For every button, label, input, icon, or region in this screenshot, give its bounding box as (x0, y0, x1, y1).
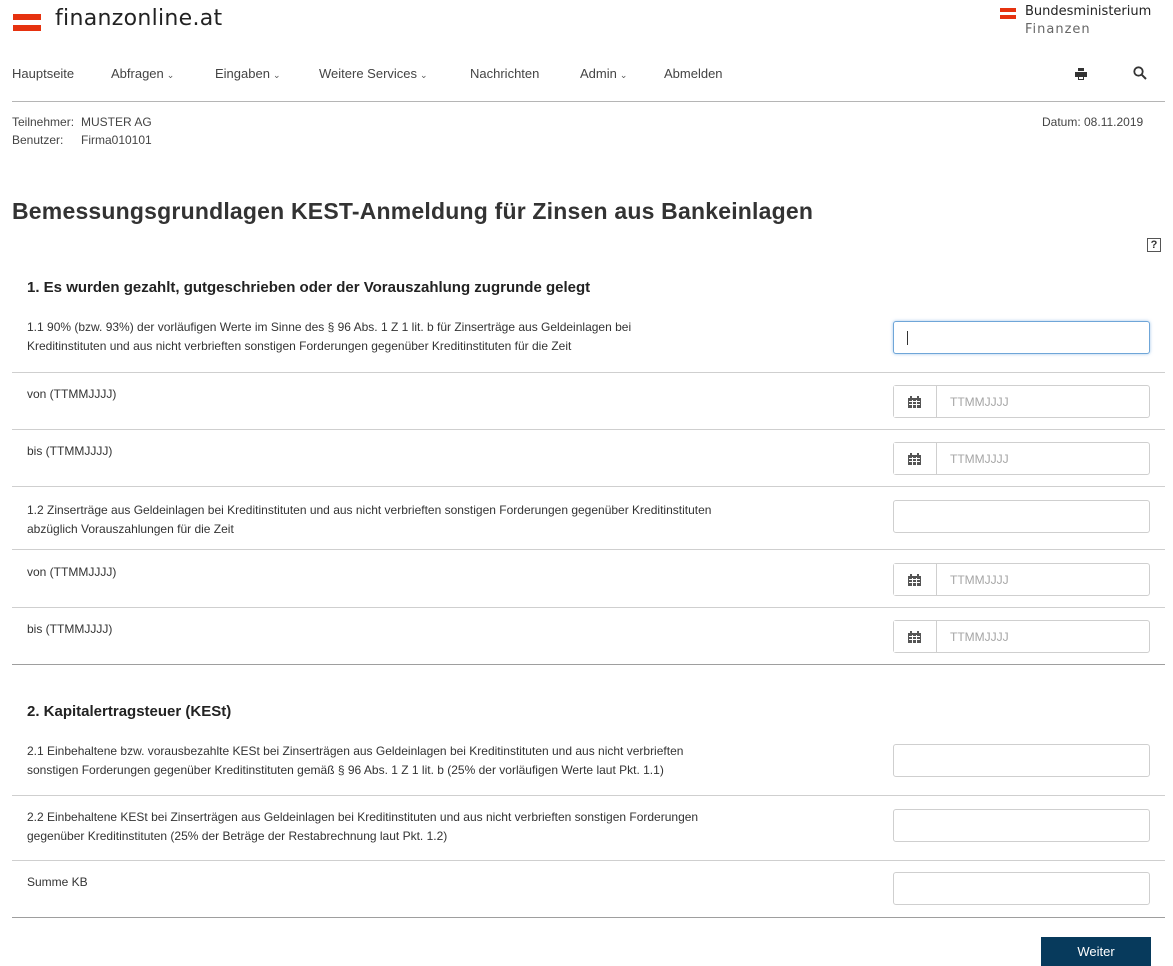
date-placeholder: TTMMJJJJ (950, 452, 1009, 466)
row-divider (12, 860, 1165, 861)
calendar-button[interactable] (894, 621, 937, 652)
row-divider (12, 549, 1165, 550)
nav-label: Weitere Services (319, 66, 418, 81)
nav-abfragen[interactable]: Abfragen ⌄ (111, 66, 174, 81)
calendar-icon (908, 396, 921, 408)
nav-eingaben[interactable]: Eingaben ⌄ (215, 66, 281, 81)
brand-name[interactable]: finanzonline.at (55, 6, 222, 31)
row-2-1-input[interactable] (893, 744, 1150, 777)
section-2-title: 2. Kapitalertragsteuer (KESt) (27, 703, 232, 720)
ministry-name-line1: Bundesministerium (1025, 4, 1152, 19)
row-divider (12, 486, 1165, 487)
text-cursor (907, 331, 908, 345)
chevron-down-icon: ⌄ (420, 70, 428, 80)
row-1-2-von-label: von (TTMMJJJJ) (27, 565, 117, 579)
calendar-button[interactable] (894, 443, 937, 474)
row-2-2-label: 2.2 Einbehaltene KESt bei Zinserträgen a… (27, 808, 877, 846)
date-placeholder: TTMMJJJJ (950, 630, 1009, 644)
summe-kb-input[interactable] (893, 872, 1150, 905)
finanzonline-logo-icon[interactable] (13, 14, 41, 34)
participant-value: MUSTER AG (81, 115, 152, 129)
row-1-1-input[interactable] (893, 321, 1150, 354)
row-divider (12, 429, 1165, 430)
nav-divider (12, 101, 1165, 102)
row-1-1-label-line2: Kreditinstituten und aus nicht verbrieft… (27, 339, 572, 353)
nav-label: Admin (580, 66, 617, 81)
calendar-button[interactable] (894, 564, 937, 595)
row-1-1-label: 1.1 90% (bzw. 93%) der vorläufigen Werte… (27, 318, 877, 356)
nav-nachrichten[interactable]: Nachrichten (470, 66, 539, 81)
nav-admin[interactable]: Admin ⌄ (580, 66, 627, 81)
page-title: Bemessungsgrundlagen KEST-Anmeldung für … (12, 198, 814, 224)
weiter-button[interactable]: Weiter (1041, 937, 1151, 966)
nav-label: Abfragen (111, 66, 164, 81)
row-1-2-label: 1.2 Zinserträge aus Geldeinlagen bei Kre… (27, 501, 877, 539)
date-placeholder: TTMMJJJJ (950, 395, 1009, 409)
chevron-down-icon: ⌄ (166, 70, 175, 80)
nav-weitere-services[interactable]: Weitere Services ⌄ (319, 66, 428, 81)
row-2-1-label-line2: sonstigen Forderungen gegenüber Kreditin… (27, 763, 664, 777)
row-1-2-von-date-field[interactable]: TTMMJJJJ (893, 563, 1150, 596)
row-1-2-bis-date-field[interactable]: TTMMJJJJ (893, 620, 1150, 653)
row-1-2-input[interactable] (893, 500, 1150, 533)
row-divider (12, 607, 1165, 608)
calendar-icon (908, 631, 921, 643)
row-1-2-bis-label: bis (TTMMJJJJ) (27, 622, 113, 636)
nav-label: Eingaben (215, 66, 270, 81)
row-1-2-label-line2: abzüglich Vorauszahlungen für die Zeit (27, 522, 234, 536)
section-divider (12, 917, 1165, 918)
chevron-down-icon: ⌄ (272, 70, 281, 80)
chevron-down-icon: ⌄ (619, 70, 628, 80)
print-icon[interactable] (1075, 68, 1087, 80)
date-placeholder: TTMMJJJJ (950, 573, 1009, 587)
user-value: Firma010101 (81, 133, 152, 147)
row-divider (12, 372, 1165, 373)
calendar-icon (908, 453, 921, 465)
user-label: Benutzer: (12, 133, 64, 147)
current-date: Datum: 08.11.2019 (1042, 115, 1144, 129)
row-1-1-bis-date-field[interactable]: TTMMJJJJ (893, 442, 1150, 475)
section-1-title: 1. Es wurden gezahlt, gutgeschrieben ode… (27, 279, 591, 296)
calendar-button[interactable] (894, 386, 937, 417)
nav-label: Hauptseite (12, 66, 75, 81)
row-1-1-label-line1: 1.1 90% (bzw. 93%) der vorläufigen Werte… (27, 320, 632, 334)
summe-kb-label: Summe KB (27, 875, 88, 889)
search-icon[interactable] (1133, 66, 1147, 80)
row-1-1-von-date-field[interactable]: TTMMJJJJ (893, 385, 1150, 418)
ministry-name-line2: Finanzen (1025, 22, 1091, 37)
nav-abmelden[interactable]: Abmelden (664, 66, 723, 81)
row-1-1-bis-label: bis (TTMMJJJJ) (27, 444, 113, 458)
participant-label: Teilnehmer: (12, 115, 75, 129)
help-icon[interactable]: ? (1147, 238, 1161, 252)
row-2-1-label-line1: 2.1 Einbehaltene bzw. vorausbezahlte KES… (27, 744, 684, 758)
section-divider (12, 664, 1165, 665)
nav-label: Abmelden (664, 66, 723, 81)
row-divider (12, 795, 1165, 796)
nav-hauptseite[interactable]: Hauptseite (12, 66, 74, 81)
calendar-icon (908, 574, 921, 586)
row-2-1-label: 2.1 Einbehaltene bzw. vorausbezahlte KES… (27, 742, 877, 780)
row-2-2-label-line1: 2.2 Einbehaltene KESt bei Zinserträgen a… (27, 810, 699, 824)
ministry-logo-icon (1000, 8, 1016, 20)
nav-label: Nachrichten (470, 66, 540, 81)
row-1-2-label-line1: 1.2 Zinserträge aus Geldeinlagen bei Kre… (27, 503, 712, 517)
row-2-2-input[interactable] (893, 809, 1150, 842)
row-1-1-von-label: von (TTMMJJJJ) (27, 387, 117, 401)
row-2-2-label-line2: gegenüber Kreditinstituten (25% der Betr… (27, 829, 448, 843)
